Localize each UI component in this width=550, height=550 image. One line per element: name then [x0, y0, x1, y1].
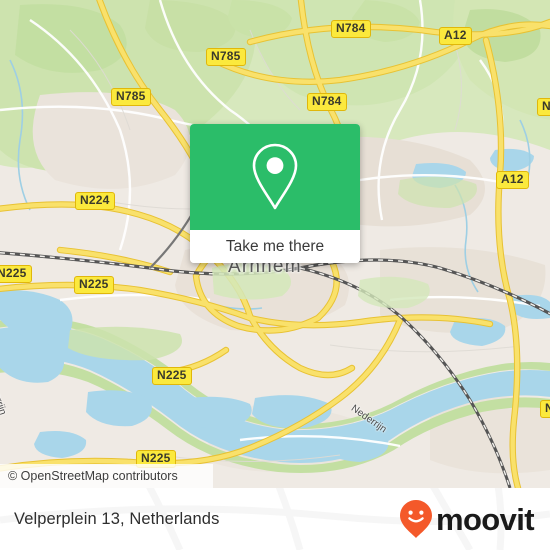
popup-pin-area — [190, 124, 360, 230]
moovit-pin-smile-icon — [399, 500, 432, 538]
road-shield: A12 — [439, 27, 472, 45]
road-shield: N225 — [152, 367, 192, 385]
address-label: Velperplein 13, Netherlands — [14, 509, 220, 528]
moovit-wordmark: moovit — [435, 501, 535, 537]
road-shield: N224 — [75, 192, 115, 210]
road-shield: A12 — [496, 171, 529, 189]
moovit-map-screen: N785 N784 A12 N785 N784 N7 A12 N224 N225… — [0, 0, 550, 550]
road-shield: N784 — [331, 20, 371, 38]
road-shield: N225 — [74, 276, 114, 294]
destination-popup-card[interactable]: Take me there — [190, 124, 360, 263]
footer-bar: Velperplein 13, Netherlands moovit — [0, 488, 550, 550]
road-shield: N784 — [307, 93, 347, 111]
road-shield: N22 — [540, 400, 550, 418]
road-shield: N785 — [111, 88, 151, 106]
road-shield: N785 — [206, 48, 246, 66]
take-me-there-label: Take me there — [225, 237, 325, 255]
osm-attribution[interactable]: © OpenStreetMap contributors — [0, 464, 213, 488]
road-shield: N7 — [537, 98, 550, 116]
map-pin-icon — [252, 143, 298, 210]
moovit-logo: moovit — [399, 499, 535, 539]
take-me-there-button[interactable]: Take me there — [190, 230, 360, 263]
road-shield: N225 — [0, 265, 32, 283]
osm-attribution-text: © OpenStreetMap contributors — [8, 469, 178, 483]
